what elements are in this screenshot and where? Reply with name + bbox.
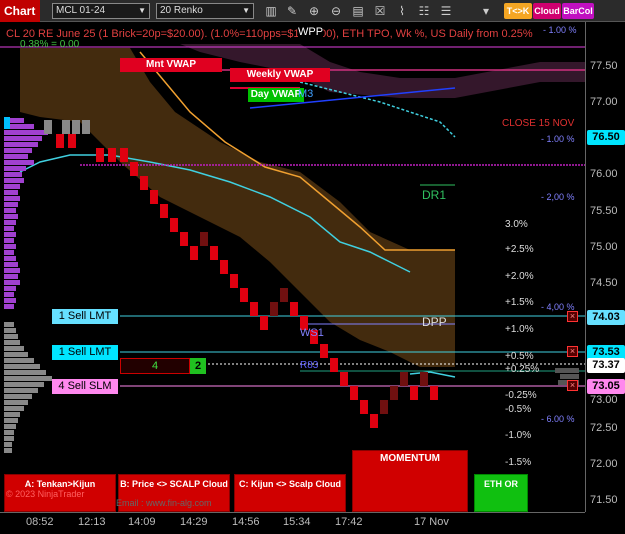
url-watermark: Email : www.fin-alg.com	[116, 498, 212, 508]
order-tag-sell-lmt[interactable]: 1 Sell LMT	[52, 309, 118, 324]
pct-level: +2.5%	[505, 244, 534, 255]
time-tick: 12:13	[78, 516, 106, 528]
tenkan-line	[409, 371, 456, 378]
day-vwap-tag: Day VWAP	[248, 88, 304, 102]
strategy-icon[interactable]: ☒	[372, 3, 388, 19]
pct-level: +1.5%	[505, 297, 534, 308]
close-label: CLOSE 15 NOV	[502, 118, 575, 129]
ws1-label: WS1	[300, 327, 324, 339]
pct-level: -0.25%	[505, 390, 537, 401]
price-tag-73-05: 73.05	[587, 379, 625, 394]
price-tick: 74.50	[590, 277, 618, 289]
tpo-profile-grey	[4, 322, 52, 453]
weekly-pct-label: - 6.00 %	[541, 414, 575, 424]
instrument-value: MCL 01-24	[56, 5, 106, 16]
price-tick: 75.50	[590, 205, 618, 217]
wpp-label: WPP	[298, 26, 324, 38]
time-tick: 17:42	[335, 516, 363, 528]
price-tag-last: 73.37	[587, 358, 625, 373]
price-tick: 73.00	[590, 394, 618, 406]
rs-label: R83	[300, 360, 319, 371]
properties-icon[interactable]: ▤	[350, 3, 366, 19]
momentum-panel: MOMENTUM	[352, 450, 468, 512]
dr1-label: DR1	[422, 188, 447, 202]
position-qty[interactable]: 4	[120, 358, 190, 374]
barcol-button[interactable]: BarCol	[562, 3, 594, 19]
copyright-watermark: © 2023 NinjaTrader	[6, 489, 85, 499]
time-tick: 17 Nov	[414, 516, 449, 528]
cancel-order-icon[interactable]: ×	[567, 346, 578, 357]
price-tick: 72.00	[590, 458, 618, 470]
weekly-pct-label: - 2,00 %	[541, 192, 575, 202]
eth-or-button[interactable]: ETH OR	[474, 474, 528, 512]
time-tick: 15:34	[283, 516, 311, 528]
pct-level: +1.0%	[505, 324, 534, 335]
chart-toolbar: Chart MCL 01-24 ▼ 20 Renko ▼ ▥ ✎ ⊕ ⊖ ▤ ☒…	[0, 0, 625, 22]
time-tick: 14:09	[128, 516, 156, 528]
tpo-highlight	[4, 117, 10, 129]
tpo-profile-purple	[4, 118, 48, 309]
instrument-select[interactable]: MCL 01-24 ▼	[52, 3, 150, 19]
bar-type-value: 20 Renko	[160, 5, 203, 16]
price-axis[interactable]: 77.50 77.00 76.00 75.50 75.00 74.50 73.0…	[585, 22, 625, 512]
m-label: M3	[298, 88, 314, 100]
cancel-order-icon[interactable]: ×	[567, 380, 578, 391]
zoom-out-icon[interactable]: ⊖	[328, 3, 344, 19]
mnt-vwap-tag: Mnt VWAP	[120, 58, 222, 72]
template-list-icon[interactable]: ☰	[438, 3, 454, 19]
pct-level: 3.0%	[505, 219, 528, 230]
tk-button[interactable]: T<>K	[504, 3, 532, 19]
left-pct-label: 0.38% = 0.00	[20, 39, 80, 50]
time-axis[interactable]: 08:52 12:13 14:09 14:29 14:56 15:34 17:4…	[0, 512, 585, 534]
time-tick: 14:29	[180, 516, 208, 528]
chart-tab[interactable]: Chart	[0, 0, 40, 22]
price-tick: 76.00	[590, 168, 618, 180]
price-tick: 72.50	[590, 422, 618, 434]
pct-level: -1.5%	[505, 457, 532, 468]
weekly-pct-label: - 1.00 %	[543, 25, 577, 35]
draw-pencil-icon[interactable]: ✎	[284, 3, 300, 19]
pct-level: -1.0%	[505, 430, 532, 441]
chevron-down-icon: ▼	[138, 6, 146, 15]
chart-plot-area[interactable]: CL 20 RE June 25 (1 Brick=20p=$20.00). (…	[0, 22, 585, 512]
signal-c-button[interactable]: C: Kijun <> Scalp Cloud	[234, 474, 346, 512]
time-tick: 14:56	[232, 516, 260, 528]
order-tag-sell-slm[interactable]: 4 Sell SLM	[52, 379, 118, 394]
dpp-label: DPP	[422, 315, 447, 329]
template-icon[interactable]: ☷	[416, 3, 432, 19]
pct-level: +0.25%	[505, 364, 540, 375]
pct-level: +2.0%	[505, 271, 534, 282]
pct-level: +0.5%	[505, 351, 534, 362]
dropdown-arrow-icon[interactable]: ▾	[478, 3, 494, 19]
price-tag-74-03: 74.03	[587, 310, 625, 325]
cloud-button[interactable]: Cloud	[533, 3, 561, 19]
price-tick: 77.50	[590, 60, 618, 72]
order-tag-sell-lmt[interactable]: 1 Sell LMT	[52, 345, 118, 360]
bar-style-icon[interactable]: ▥	[263, 3, 279, 19]
indicator-icon[interactable]: ⌇	[394, 3, 410, 19]
chart-header: CL 20 RE June 25 (1 Brick=20p=$20.00). (…	[6, 28, 533, 40]
price-tick: 71.50	[590, 494, 618, 506]
price-tick: 75.00	[590, 241, 618, 253]
price-tick: 77.00	[590, 96, 618, 108]
weekly-pct-label: - 1.00 %	[541, 134, 575, 144]
cancel-order-icon[interactable]: ×	[567, 311, 578, 322]
pct-level: -0.5%	[505, 404, 532, 415]
time-tick: 08:52	[26, 516, 54, 528]
position-green-badge[interactable]: 2	[190, 358, 206, 374]
weekly-vwap-tag: Weekly VWAP	[230, 68, 330, 82]
bar-type-select[interactable]: 20 Renko ▼	[156, 3, 254, 19]
chevron-down-icon: ▼	[242, 6, 250, 15]
zoom-in-icon[interactable]: ⊕	[306, 3, 322, 19]
price-tag-76-50: 76.50	[587, 130, 625, 145]
